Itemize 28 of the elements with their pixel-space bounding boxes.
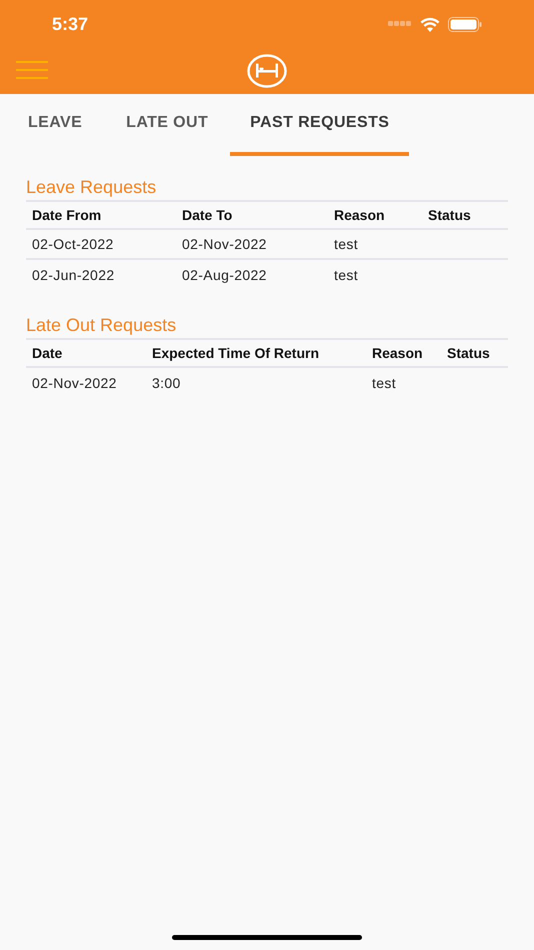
column-header: Status <box>428 206 472 224</box>
tab[interactable]: LATE OUT <box>124 94 210 156</box>
table-cell-text: 02-Aug-2022 <box>182 266 268 285</box>
table-cell-text: 02-Oct-2022 <box>32 234 115 254</box>
column-header: Date To <box>182 206 234 224</box>
column-header: Date <box>32 344 64 362</box>
tab[interactable]: PAST REQUESTS <box>230 94 410 156</box>
bed-logo-icon <box>247 54 287 88</box>
table-cell-text: test <box>334 266 359 284</box>
section-title: Late Out Requests <box>26 314 178 336</box>
table-cell-text: 3:00 <box>152 374 182 392</box>
wifi-icon <box>420 16 440 32</box>
table-cell-text: 02-Jun-2022 <box>32 266 116 284</box>
table-cell-text: 02-Nov-2022 <box>32 374 118 392</box>
section-title: Leave Requests <box>26 176 158 198</box>
battery-icon <box>448 16 482 32</box>
signal-icon <box>388 21 412 27</box>
status-time: 5:37 <box>52 12 88 36</box>
table-cell-text: test <box>334 234 359 254</box>
column-header: Status <box>447 344 491 362</box>
table-cell-text: test <box>372 374 397 392</box>
column-header: Expected Time Of Return <box>152 344 320 363</box>
menu-button[interactable] <box>16 61 48 79</box>
table-cell-text: 02-Nov-2022 <box>182 234 268 254</box>
column-header: Date From <box>32 206 102 224</box>
column-header: Reason <box>334 206 386 224</box>
tab[interactable]: LEAVE <box>26 94 84 156</box>
column-header: Reason <box>372 344 424 362</box>
